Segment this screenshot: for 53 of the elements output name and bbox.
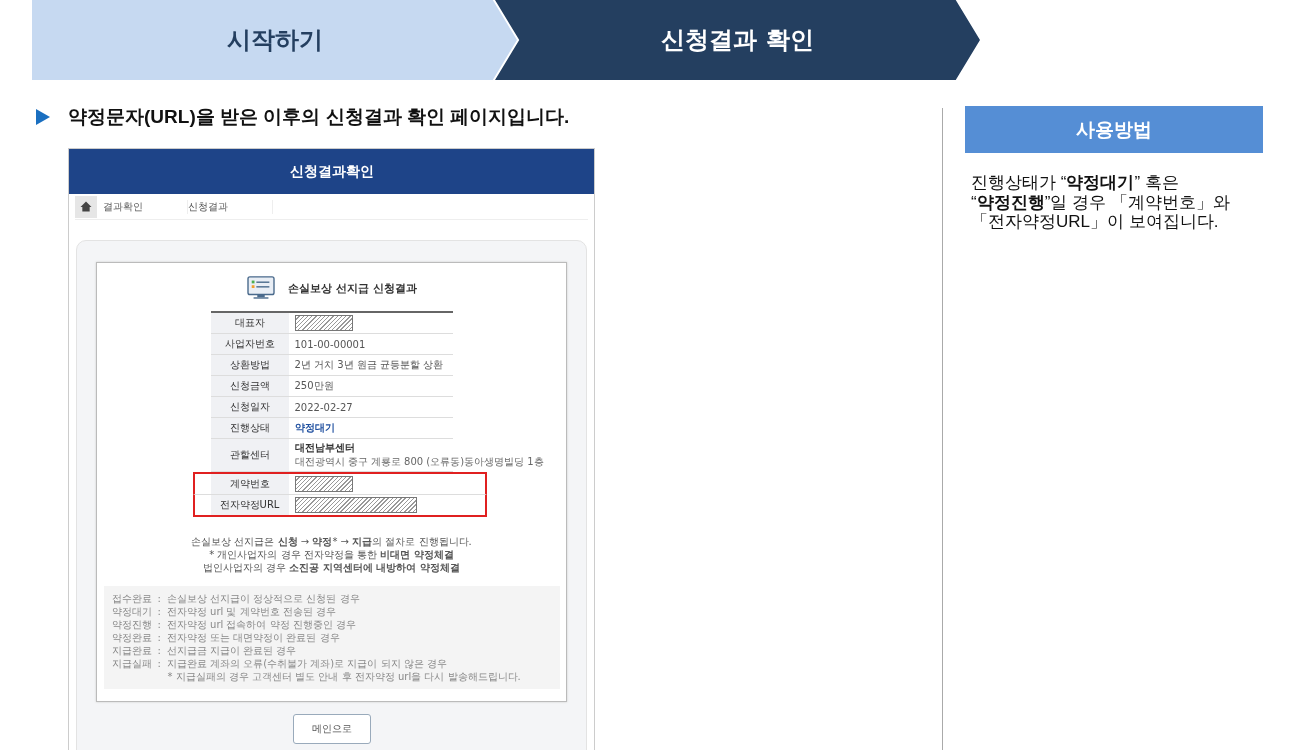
colon-separator: : (157, 631, 161, 644)
center-name: 대전남부센터 (294, 441, 356, 455)
redacted-field (294, 476, 353, 492)
legend-term: 약정완료 (111, 631, 152, 644)
step-tab[interactable]: 시작하기 (32, 0, 517, 80)
row-value: 2022-02-27 (294, 401, 353, 413)
row-label: 신청일자 (210, 397, 289, 417)
row-label: 관할센터 (210, 439, 289, 471)
legend-footnote: * 지급실패의 경우 고객센터 별도 안내 후 전자약정 url을 다시 발송해드립니다. (166, 670, 522, 683)
legend-description: 손실보상 선지급이 정상적으로 신청된 경우 (166, 592, 360, 605)
main-button[interactable]: 메인으로 (292, 714, 371, 744)
breadcrumb-item[interactable]: 신청결과 (188, 199, 273, 214)
center-address: 대전광역시 중구 계룡로 800 (오류동)동아생명빌딩 1층 (294, 455, 544, 469)
legend-description: 전자약정 또는 대면약정이 완료된 경우 (166, 631, 340, 644)
result-title: 손실보상 선지급 신청결과 (288, 280, 417, 296)
step-tab[interactable]: 신청결과 확인 (495, 0, 980, 80)
monitor-list-icon (246, 275, 277, 301)
row-label: 신청금액 (210, 376, 289, 396)
legend-description: 선지급금 지급이 완료된 경우 (166, 644, 297, 657)
breadcrumb-item[interactable]: 결과확인 (103, 199, 188, 214)
legend-description: 지급완료 계좌의 오류(수취불가 계좌)로 지급이 되지 않은 경우 (166, 657, 447, 670)
legend-description: 전자약정 url 접속하여 약정 진행중인 경우 (166, 618, 356, 631)
redacted-field (294, 315, 353, 331)
colon-separator: : (157, 592, 161, 605)
row-value: 101-00-00001 (294, 338, 366, 350)
usage-description: 진행상태가 “약정대기” 혹은 “약정진행”일 경우 「계약번호」와 「전자약정URL」이 보여집니다. (971, 173, 1231, 232)
legend-description: 전자약정 url 및 계약번호 전송된 경우 (166, 605, 336, 618)
row-label: 상환방법 (210, 355, 289, 375)
page-header: 신청결과확인 (69, 149, 594, 194)
legend-term: 지급실패 (111, 657, 152, 670)
colon-separator: : (157, 644, 161, 657)
legend-term: 접수완료 (111, 592, 152, 605)
row-label: 대표자 (210, 313, 289, 333)
legend-term: 약정대기 (111, 605, 152, 618)
home-icon[interactable] (75, 195, 97, 218)
colon-separator: : (157, 657, 161, 670)
status-value: 약정대기 (294, 421, 335, 435)
row-label: 전자약정URL (210, 495, 289, 515)
row-value: 250만원 (294, 379, 334, 393)
row-label: 사업자번호 (210, 334, 289, 354)
legend-term: 지급완료 (111, 644, 152, 657)
triangle-icon (36, 109, 50, 125)
note-text: 손실보상 선지급은 신청 → 약정* → 지급의 절차로 진행됩니다. (191, 535, 472, 548)
note-text: * 개인사업자의 경우 전자약정을 통한 비대면 약정체결 (209, 548, 454, 561)
row-value: 2년 거치 3년 원금 균등분할 상환 (294, 358, 444, 372)
section-heading: 약정문자(URL)을 받은 이후의 신청결과 확인 페이지입니다. (68, 105, 570, 129)
row-label: 계약번호 (210, 474, 289, 494)
row-label: 진행상태 (210, 418, 289, 438)
colon-separator: : (157, 618, 161, 631)
legend-term: 약정진행 (111, 618, 152, 631)
colon-separator: : (157, 605, 161, 618)
note-text: 법인사업자의 경우 소진공 지역센터에 내방하여 약정체결 (203, 561, 460, 574)
usage-header: 사용방법 (965, 106, 1263, 153)
